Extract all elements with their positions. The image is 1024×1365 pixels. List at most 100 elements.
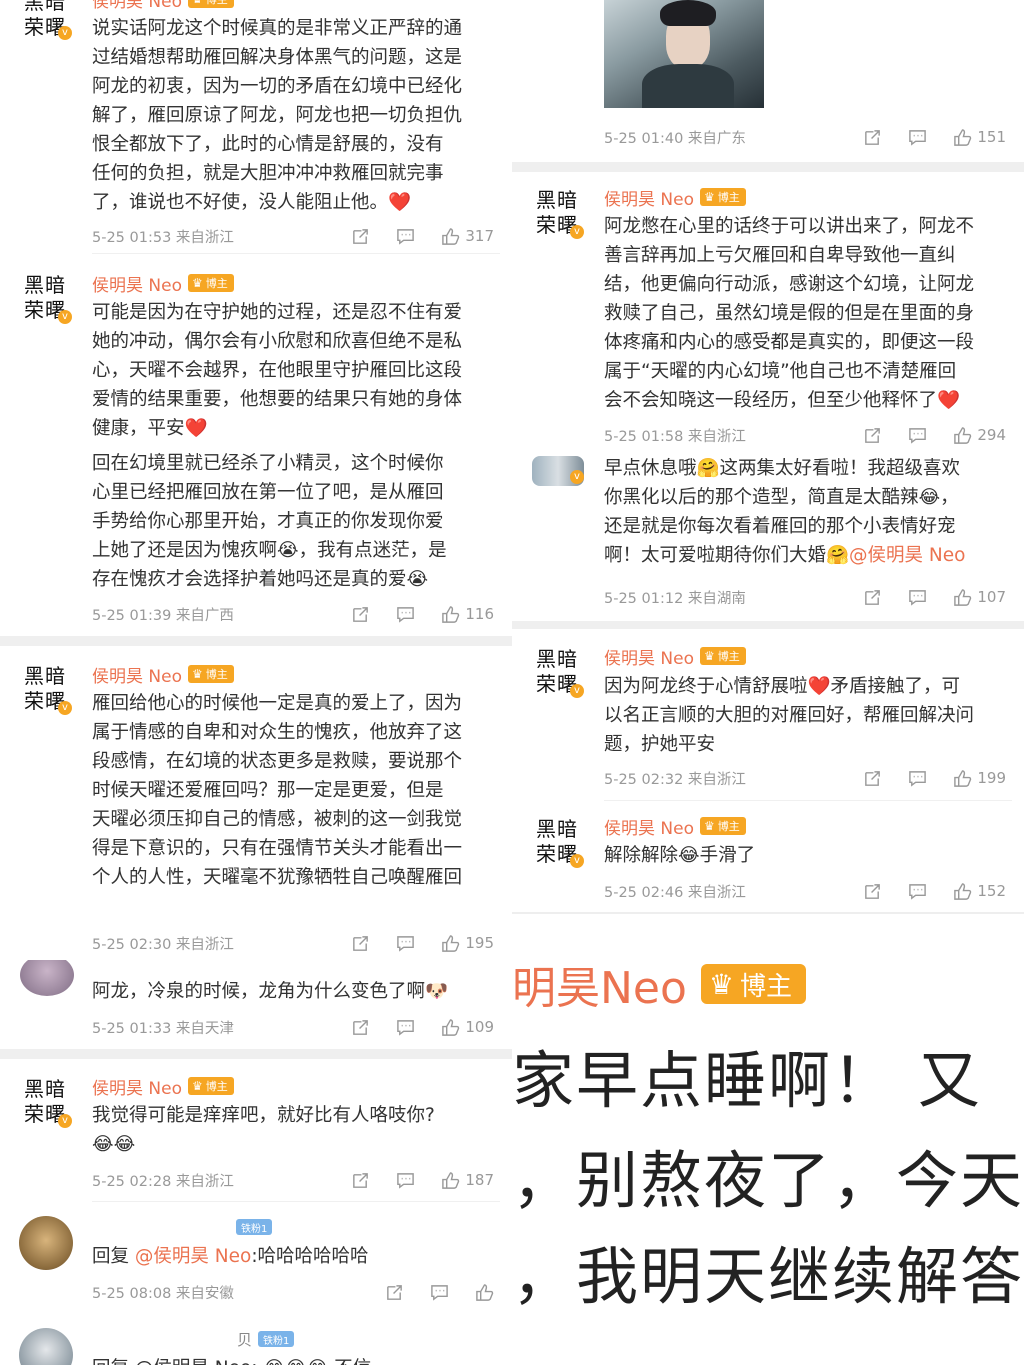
comment-text: 阿龙，冷泉的时候，龙角为什么变色了啊🐶 xyxy=(92,981,449,1002)
like-button[interactable]: 116 xyxy=(441,605,494,624)
action-bar: 107 xyxy=(837,587,1006,607)
verified-icon: v xyxy=(570,225,584,239)
comment-meta: 5-25 02:30 来自浙江 xyxy=(92,937,234,953)
crown-icon: ♛ xyxy=(191,276,203,290)
like-button[interactable]: 109 xyxy=(441,1018,494,1037)
divider xyxy=(512,621,1024,629)
share-icon xyxy=(353,1172,369,1188)
fan-badge: 铁粉1 xyxy=(236,1219,273,1235)
share-icon xyxy=(353,606,369,622)
like-icon xyxy=(442,605,460,623)
comment-text: 雁回给他心的时候他一定是真的爱上了，因为 属于情感的自卑和对众生的愧疚，他放弃了… xyxy=(92,693,463,888)
like-button[interactable]: 187 xyxy=(441,1171,494,1190)
author-name[interactable]: 侯明昊 Neo xyxy=(604,814,694,839)
like-button[interactable]: 317 xyxy=(441,227,494,246)
share-icon xyxy=(387,1284,402,1300)
author-row: 贝 铁粉1 xyxy=(92,1328,295,1350)
author-name[interactable]: 侯明昊 Neo xyxy=(92,662,182,687)
author-name[interactable]: 侯明昊 Neo xyxy=(604,644,694,669)
comment-icon xyxy=(397,935,415,952)
comment-button[interactable] xyxy=(908,588,927,607)
mention-link[interactable]: @侯明昊 Neo xyxy=(849,545,965,566)
comment-button[interactable] xyxy=(396,227,415,246)
share-button[interactable] xyxy=(351,1171,370,1190)
share-button[interactable] xyxy=(351,227,370,246)
like-button[interactable]: 107 xyxy=(953,588,1006,607)
share-button[interactable] xyxy=(863,128,882,147)
like-icon xyxy=(442,227,460,245)
like-button[interactable]: 152 xyxy=(953,882,1006,901)
post-image[interactable] xyxy=(604,0,764,108)
blogger-badge: ♛博主 xyxy=(699,188,746,206)
author-name[interactable]: 侯明昊 Neo xyxy=(604,185,694,210)
comment-button[interactable] xyxy=(396,1171,415,1190)
share-button[interactable] xyxy=(385,1283,404,1302)
like-count: 116 xyxy=(465,605,494,623)
share-button[interactable] xyxy=(863,882,882,901)
author-name[interactable]: 侯明昊 Neo xyxy=(92,0,182,12)
comment-item: 黑暗 荣曙 v 侯明昊 Neo ♛ 博主 阿龙憋在心里的话终于可以讲出来了，阿龙不… xyxy=(512,172,1024,450)
zoomed-blogger-badge: ♛ 博主 xyxy=(700,964,807,1004)
comment-meta: 5-25 02:46 来自浙江 xyxy=(604,885,746,901)
author-name[interactable]: 侯明昊 Neo xyxy=(92,1074,182,1099)
comment-item: 黑暗 荣曙 v 侯明昊 Neo ♛ 博主 因为阿龙终于心情舒展啦❤️矛盾接触了，可… xyxy=(512,629,1024,799)
action-bar: 116 xyxy=(325,604,494,624)
like-button[interactable] xyxy=(475,1283,494,1302)
like-count: 109 xyxy=(465,1018,494,1036)
avatar[interactable] xyxy=(20,960,74,996)
comment-button[interactable] xyxy=(908,769,927,788)
comment-button[interactable] xyxy=(908,128,927,147)
author-name[interactable]: 贝 xyxy=(92,1329,252,1350)
comment-button[interactable] xyxy=(396,934,415,953)
author-row: 侯明昊 Neo ♛博主 xyxy=(92,271,234,296)
zoomed-text-line: 家早点睡啊！ 又 xyxy=(512,1044,982,1117)
like-count: 152 xyxy=(977,882,1006,900)
comment-button[interactable] xyxy=(908,426,927,445)
verified-icon: v xyxy=(570,470,584,484)
author-row: 侯明昊 Neo ♛博主 xyxy=(92,662,234,687)
divider xyxy=(0,1049,512,1059)
comment-meta: 5-25 01:39 来自广西 xyxy=(92,608,234,624)
verified-icon: v xyxy=(58,310,72,324)
share-button[interactable] xyxy=(863,769,882,788)
author-name[interactable]: 侯明昊 Neo xyxy=(92,271,182,296)
comment-item: 黑暗 荣曙 v 侯明昊 Neo ♛ 博主 雁回给他心的时候他一定是真的爱上了，因为… xyxy=(0,646,512,960)
zoomed-text-line: ，别熬夜了，今天 xyxy=(512,1144,1024,1217)
crown-icon: ♛ xyxy=(703,649,715,663)
comment-button[interactable] xyxy=(430,1283,449,1302)
comment-icon xyxy=(909,427,927,444)
like-button[interactable]: 294 xyxy=(953,426,1006,445)
blogger-badge: ♛博主 xyxy=(187,274,234,292)
share-button[interactable] xyxy=(863,426,882,445)
share-button[interactable] xyxy=(351,1018,370,1037)
verified-icon: v xyxy=(58,26,72,40)
share-button[interactable] xyxy=(351,605,370,624)
comment-item: 5-25 01:40 来自广东 151 xyxy=(512,0,1024,160)
share-icon xyxy=(865,883,881,899)
comment-item: 铁粉1 回复 @侯明昊 Neo:哈哈哈哈哈哈 5-25 08:08 来自安徽 xyxy=(0,1202,512,1314)
crown-icon: ♛ xyxy=(703,819,715,833)
action-bar: 109 xyxy=(325,1017,494,1037)
comment-icon xyxy=(397,228,415,245)
like-button[interactable]: 195 xyxy=(441,934,494,953)
share-icon xyxy=(353,228,369,244)
like-button[interactable]: 151 xyxy=(953,128,1006,147)
comment-icon xyxy=(909,770,927,787)
comment-button[interactable] xyxy=(396,605,415,624)
zoomed-author-name: 明昊Neo xyxy=(512,963,687,1014)
share-button[interactable] xyxy=(351,934,370,953)
like-icon xyxy=(442,1018,460,1036)
like-icon xyxy=(954,588,972,606)
author-row: 侯明昊 Neo ♛博主 xyxy=(604,185,746,210)
blogger-badge: ♛博主 xyxy=(699,817,746,835)
mention-link[interactable]: @侯明昊 Neo xyxy=(135,1246,251,1267)
like-count: 199 xyxy=(977,769,1006,787)
share-button[interactable] xyxy=(863,588,882,607)
avatar[interactable] xyxy=(19,1328,73,1365)
comment-button[interactable] xyxy=(396,1018,415,1037)
comment-meta: 5-25 02:32 来自浙江 xyxy=(604,772,746,788)
like-button[interactable]: 199 xyxy=(953,769,1006,788)
comment-button[interactable] xyxy=(908,882,927,901)
verified-icon: v xyxy=(58,1114,72,1128)
avatar[interactable] xyxy=(19,1216,73,1270)
